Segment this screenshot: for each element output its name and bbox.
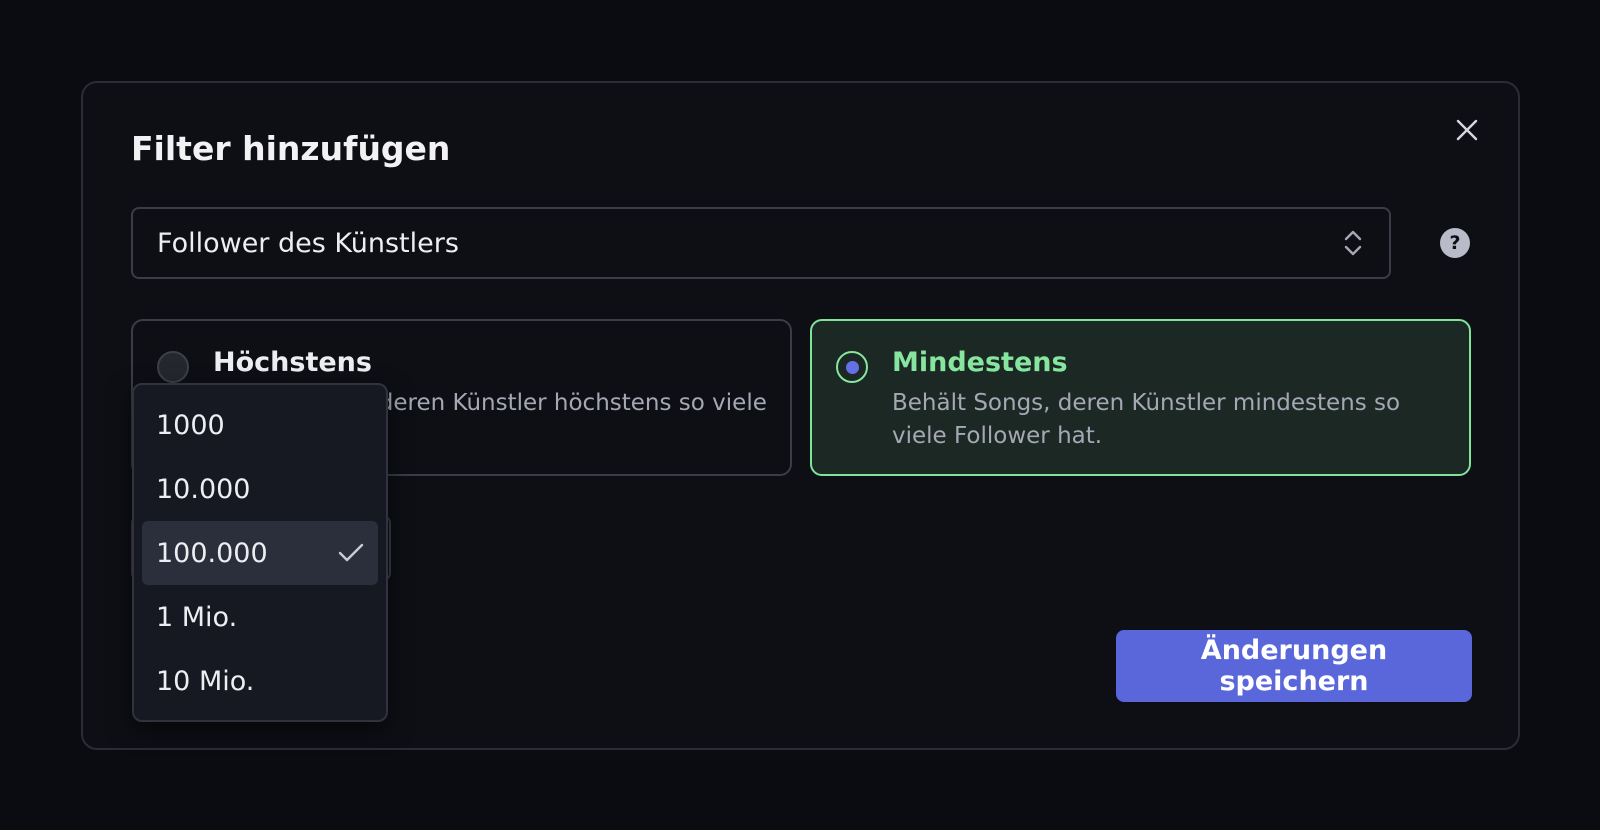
radio-min[interactable] [836, 351, 868, 383]
dropdown-item[interactable]: 10 Mio. [142, 649, 378, 713]
close-button[interactable] [1450, 113, 1484, 147]
dropdown-item-label: 1 Mio. [156, 601, 238, 633]
dropdown-item-label: 1000 [156, 409, 225, 441]
dropdown-item-selected[interactable]: 100.000 [142, 521, 378, 585]
close-icon [1456, 119, 1478, 141]
dropdown-item-label: 10.000 [156, 473, 251, 505]
filter-type-select[interactable]: Follower des Künstlers [131, 207, 1391, 279]
dropdown-item[interactable]: 1 Mio. [142, 585, 378, 649]
radio-min-dot [845, 360, 859, 374]
dropdown-item[interactable]: 10.000 [142, 457, 378, 521]
dropdown-item-label: 100.000 [156, 537, 268, 569]
filter-type-value: Follower des Künstlers [157, 227, 459, 259]
option-max-title: Höchstens [213, 347, 372, 378]
option-card-min[interactable]: Mindestens Behält Songs, deren Künstler … [810, 319, 1471, 476]
help-circle-icon[interactable]: ? [1440, 228, 1470, 258]
save-button[interactable]: Änderungen speichern [1116, 630, 1472, 702]
option-min-description: Behält Songs, deren Künstler mindestens … [892, 390, 1401, 449]
follower-count-dropdown: 1000 10.000 100.000 1 Mio. 10 Mio. [132, 383, 388, 722]
modal-title: Filter hinzufügen [131, 129, 451, 168]
dropdown-item-label: 10 Mio. [156, 665, 255, 697]
chevron-up-down-icon [1341, 226, 1365, 260]
check-icon [338, 543, 364, 562]
dropdown-item[interactable]: 1000 [142, 393, 378, 457]
option-min-title: Mindestens [892, 347, 1068, 378]
radio-max[interactable] [157, 351, 189, 383]
